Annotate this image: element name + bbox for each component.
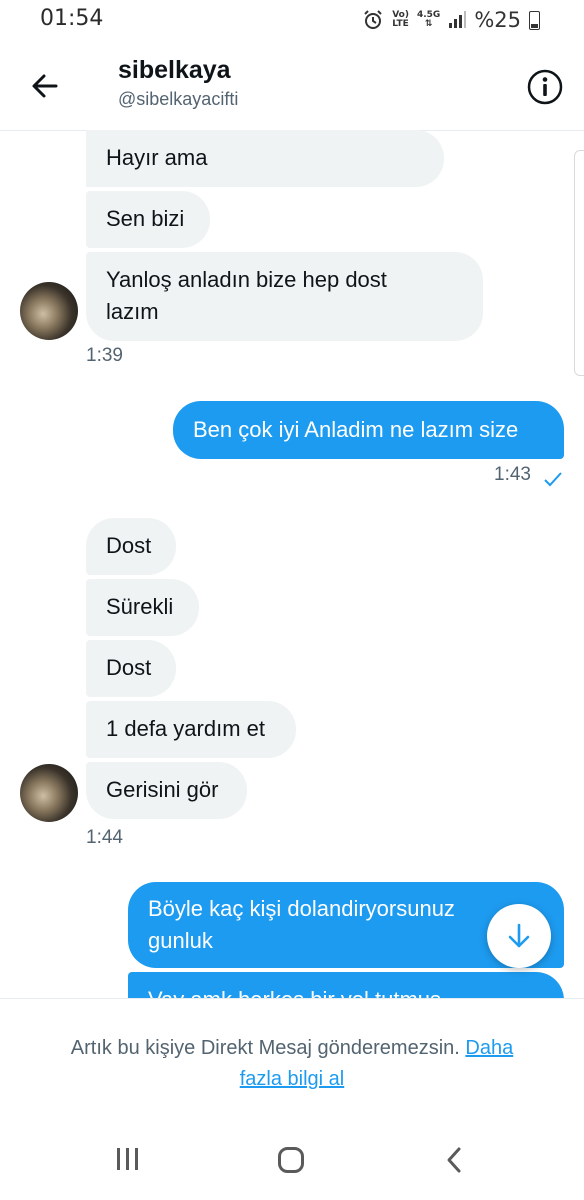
arrow-down-icon xyxy=(508,923,530,948)
conversation-handle[interactable]: @sibelkayacifti xyxy=(118,89,238,110)
notice-text: Artık bu kişiye Direkt Mesaj gönderemezs… xyxy=(70,1037,460,1059)
learn-more-link-part[interactable]: Daha xyxy=(465,1037,513,1059)
signal-icon xyxy=(449,11,467,28)
incoming-message[interactable]: Dost xyxy=(86,640,176,697)
learn-more-link[interactable]: fazla bilgi al xyxy=(240,1068,345,1090)
info-icon xyxy=(527,69,563,105)
checkmark-icon xyxy=(544,472,562,487)
incoming-message[interactable]: Gerisini gör xyxy=(86,762,247,819)
message-text-line: Yanloş anladın bize hep dost xyxy=(106,267,387,292)
incoming-message[interactable]: Dost xyxy=(86,518,176,575)
message-text: Gerisini gör xyxy=(106,777,219,802)
message-text: Vay amk herkes bir yol tutmus xyxy=(148,987,441,998)
conversation-header: sibelkaya @sibelkayacifti xyxy=(0,40,584,131)
message-text: Ben çok iyi Anladim ne lazım size xyxy=(193,417,519,442)
volte-indicator: Vo) LTE xyxy=(392,11,409,29)
incoming-message[interactable]: Sen bizi xyxy=(86,191,210,248)
message-text: 1 defa yardım et xyxy=(106,716,265,741)
dm-disabled-notice: Artık bu kişiye Direkt Mesaj gönderemezs… xyxy=(0,998,584,1119)
message-timestamp: 1:44 xyxy=(86,827,123,848)
incoming-message[interactable]: Yanloş anladın bize hep dost lazım xyxy=(86,252,483,341)
message-list[interactable]: Hayır ama Sen bizi Yanloş anladın bize h… xyxy=(0,130,584,998)
battery-percent: %25 xyxy=(474,8,521,32)
scroll-to-bottom-button[interactable] xyxy=(487,904,551,968)
battery-icon xyxy=(529,10,540,30)
home-icon[interactable] xyxy=(277,1146,305,1174)
message-text: Hayır ama xyxy=(106,145,208,170)
message-text: Sürekli xyxy=(106,594,174,619)
message-text-line: Böyle kaç kişi dolandiryorsunuz xyxy=(148,896,455,921)
scrollbar[interactable] xyxy=(574,150,584,376)
incoming-message[interactable]: Sürekli xyxy=(86,579,199,636)
sender-avatar[interactable] xyxy=(20,764,78,822)
recent-apps-icon[interactable] xyxy=(114,1146,142,1172)
message-text-line: gunluk xyxy=(148,928,213,953)
nav-back-icon[interactable] xyxy=(444,1146,464,1174)
outgoing-message[interactable]: Vay amk herkes bir yol tutmus xyxy=(128,972,564,998)
message-timestamp: 1:43 xyxy=(494,464,531,485)
back-button[interactable] xyxy=(26,66,66,106)
system-navigation-bar xyxy=(0,1118,584,1200)
conversation-name[interactable]: sibelkaya xyxy=(118,56,231,85)
outgoing-message[interactable]: Ben çok iyi Anladim ne lazım size xyxy=(173,401,564,459)
message-text-line: lazım xyxy=(106,299,159,324)
message-timestamp: 1:39 xyxy=(86,345,123,366)
message-text: Dost xyxy=(106,655,152,680)
volte-bottom: LTE xyxy=(392,19,409,29)
notice-text-block: Artık bu kişiye Direkt Mesaj gönderemezs… xyxy=(20,1033,564,1095)
status-time: 01:54 xyxy=(40,6,104,31)
data-arrows-icon: ⇅ xyxy=(424,19,433,29)
data-indicator: 4.5G ⇅ xyxy=(417,11,440,29)
info-button[interactable] xyxy=(526,68,564,106)
message-text: Sen bizi xyxy=(106,206,185,231)
back-arrow-icon xyxy=(32,74,58,98)
incoming-message[interactable]: 1 defa yardım et xyxy=(86,701,296,758)
status-bar: 01:54 Vo) LTE 4.5G ⇅ %25 xyxy=(0,0,584,40)
status-icons: Vo) LTE 4.5G ⇅ %25 xyxy=(362,8,540,32)
alarm-icon xyxy=(364,10,382,29)
message-text: Dost xyxy=(106,533,152,558)
sender-avatar[interactable] xyxy=(20,282,78,340)
incoming-message[interactable]: Hayır ama xyxy=(86,130,444,187)
